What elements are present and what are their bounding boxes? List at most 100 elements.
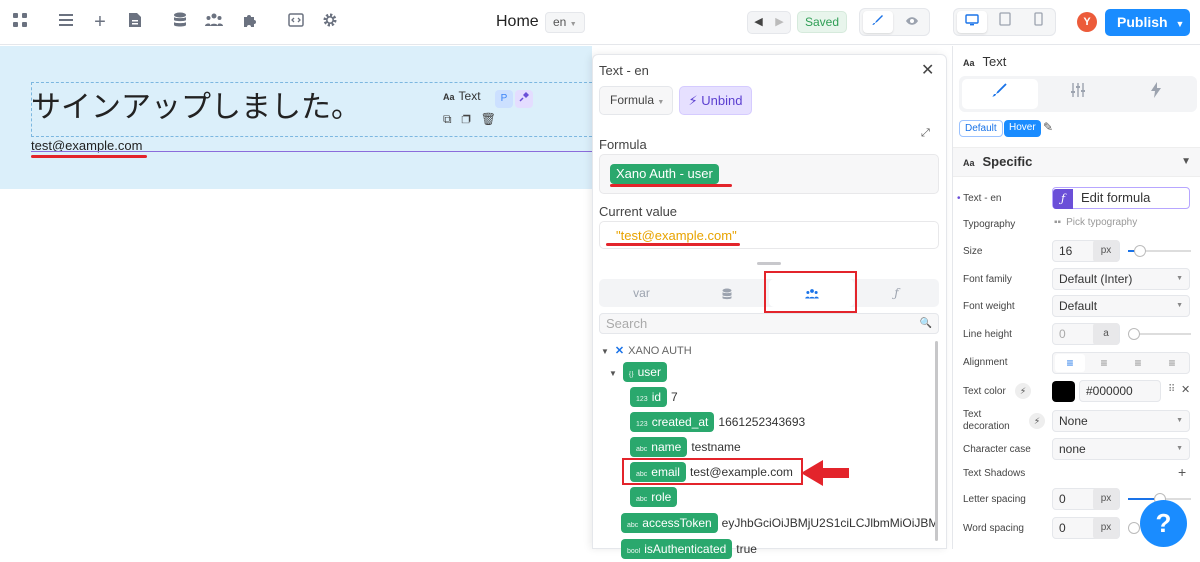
tab-database[interactable]: [684, 279, 769, 307]
field-name: id: [651, 390, 662, 404]
expand-icon[interactable]: ⤢: [921, 127, 930, 140]
edit-brush-icon[interactable]: [863, 11, 893, 33]
slider-knob[interactable]: [1128, 522, 1140, 534]
mobile-phone-icon[interactable]: [1023, 11, 1053, 33]
character-case-select[interactable]: none ▼: [1052, 438, 1190, 460]
field-chip[interactable]: abc name: [630, 437, 688, 457]
publish-button[interactable]: Publish ▼: [1105, 9, 1190, 36]
tree-item-name[interactable]: abc name testname: [630, 437, 741, 457]
apps-grid-icon[interactable]: [10, 12, 30, 32]
resize-handle[interactable]: [757, 262, 781, 265]
tree-item-is-authenticated[interactable]: bool isAuthenticated true: [621, 539, 757, 559]
tablet-icon[interactable]: [990, 11, 1020, 33]
top-toolbar: + Home en ▼ ◀ ▶ Saved Y Publish ▼: [0, 0, 1200, 45]
tab-variables[interactable]: var: [599, 279, 684, 307]
bind-plug-icon[interactable]: ⚡︎: [1029, 413, 1045, 429]
delete-trash-icon[interactable]: 🗑: [481, 112, 506, 126]
align-justify-icon[interactable]: ≡: [1157, 354, 1187, 372]
bind-plug-icon[interactable]: ⚡︎: [1015, 383, 1031, 399]
word-spacing-slider[interactable]: [1128, 522, 1140, 534]
chevron-down-icon: ▼: [1175, 19, 1185, 29]
font-family-select[interactable]: Default (Inter) ▼: [1052, 268, 1190, 290]
state-default[interactable]: Default: [959, 120, 1003, 137]
word-spacing-unit[interactable]: px: [1093, 517, 1119, 539]
settings-gear-icon[interactable]: [320, 12, 340, 32]
field-value: eyJhbGciOiJBMjU2S1ciLCJlbmMiOiJBM...: [721, 516, 939, 530]
field-chip[interactable]: bool isAuthenticated: [621, 539, 733, 559]
tree-item-role[interactable]: abc role: [630, 487, 681, 507]
add-element-icon[interactable]: +: [90, 12, 110, 32]
formula-editor[interactable]: Xano Auth - user: [599, 154, 939, 194]
close-icon[interactable]: ✕: [921, 60, 934, 80]
field-chip[interactable]: 123 id: [630, 387, 668, 407]
user-avatar[interactable]: Y: [1077, 12, 1097, 32]
back-arrow-icon[interactable]: ◀: [748, 12, 769, 33]
line-height-slider[interactable]: [1128, 328, 1191, 340]
tree-item-id[interactable]: 123 id 7: [630, 387, 678, 407]
tree-item-access-token[interactable]: abc accessToken eyJhbGciOiJBMjU2S1ciLCJlbm…: [621, 513, 939, 533]
signup-heading[interactable]: サインアップしました。: [31, 82, 361, 126]
field-chip[interactable]: 123 created_at: [630, 412, 715, 432]
tree-item-user[interactable]: ▼ {} user: [609, 362, 671, 382]
highlight-underline: [610, 184, 732, 187]
database-icon[interactable]: [170, 12, 190, 32]
close-icon[interactable]: ✕: [1181, 383, 1190, 396]
settings-sliders-icon[interactable]: [1040, 79, 1116, 109]
red-arrow-annotation: [801, 459, 851, 490]
text-type-icon: Aa: [963, 158, 975, 168]
tree-section-header[interactable]: ▼ ✕ XANO AUTH: [601, 344, 692, 357]
badge-p[interactable]: P: [495, 90, 513, 108]
layers-list-icon[interactable]: [56, 12, 76, 32]
font-weight-select[interactable]: Default ▼: [1052, 295, 1190, 317]
database-icon: [722, 288, 731, 299]
plugins-puzzle-icon[interactable]: [240, 12, 260, 32]
page-title[interactable]: Home: [496, 13, 539, 31]
slider-knob[interactable]: [1134, 245, 1146, 257]
user-object-chip[interactable]: {} user: [622, 362, 667, 382]
desktop-monitor-icon[interactable]: [957, 11, 987, 33]
binding-mode-select[interactable]: Formula ▼: [599, 86, 673, 115]
text-decoration-label: Text decoration: [963, 409, 1010, 432]
tab-functions[interactable]: ƒ: [854, 279, 939, 307]
state-hover[interactable]: Hover: [1004, 120, 1041, 137]
slider-knob[interactable]: [1128, 328, 1140, 340]
color-swatch[interactable]: [1052, 381, 1075, 402]
code-editor-icon[interactable]: [286, 12, 306, 32]
properties-header: Aa Text: [963, 54, 1006, 69]
move-icon[interactable]: ⧉: [443, 112, 462, 126]
formula-chip[interactable]: Xano Auth - user: [610, 164, 719, 184]
field-chip[interactable]: abc accessToken: [621, 513, 718, 533]
tree-scrollbar[interactable]: [935, 341, 938, 541]
users-icon[interactable]: [204, 12, 224, 32]
field-chip[interactable]: abc role: [630, 487, 678, 507]
edit-formula-button[interactable]: ƒ Edit formula: [1052, 187, 1190, 209]
line-height-unit[interactable]: a: [1093, 323, 1119, 345]
workflow-lightning-icon[interactable]: [1118, 79, 1194, 109]
text-decoration-select[interactable]: None ▼: [1052, 410, 1190, 432]
language-select[interactable]: en ▼: [545, 12, 585, 33]
tree-item-created-at[interactable]: 123 created_at 1661252343693: [630, 412, 805, 432]
help-button[interactable]: ?: [1140, 500, 1187, 547]
style-brush-icon[interactable]: [962, 79, 1038, 109]
field-value: 7: [671, 390, 678, 404]
typography-picker[interactable]: ▪▪ Pick typography: [1054, 217, 1137, 228]
letter-spacing-unit[interactable]: px: [1093, 488, 1119, 510]
page-document-icon[interactable]: [125, 12, 145, 32]
bound-plug-icon[interactable]: [515, 90, 533, 108]
size-unit[interactable]: px: [1093, 240, 1119, 262]
specific-section-header[interactable]: Aa Specific ▼: [953, 147, 1200, 177]
preview-eye-icon[interactable]: [897, 11, 927, 33]
search-input[interactable]: Search 🔍: [599, 313, 939, 334]
text-color-input[interactable]: #000000: [1079, 380, 1161, 402]
add-shadow-icon[interactable]: +: [1178, 464, 1186, 480]
align-left-icon[interactable]: ≡: [1055, 354, 1085, 372]
duplicate-icon[interactable]: ❐: [462, 112, 481, 126]
properties-header-label: Text: [982, 54, 1007, 69]
align-right-icon[interactable]: ≡: [1123, 354, 1153, 372]
align-center-icon[interactable]: ≡: [1089, 354, 1119, 372]
unbind-button[interactable]: ⚡︎ Unbind: [679, 86, 752, 115]
forward-arrow-icon[interactable]: ▶: [769, 12, 790, 33]
edit-pencil-icon[interactable]: ✎: [1043, 120, 1053, 134]
size-slider[interactable]: [1128, 245, 1191, 257]
drag-handle-icon[interactable]: ⠿: [1168, 384, 1175, 395]
